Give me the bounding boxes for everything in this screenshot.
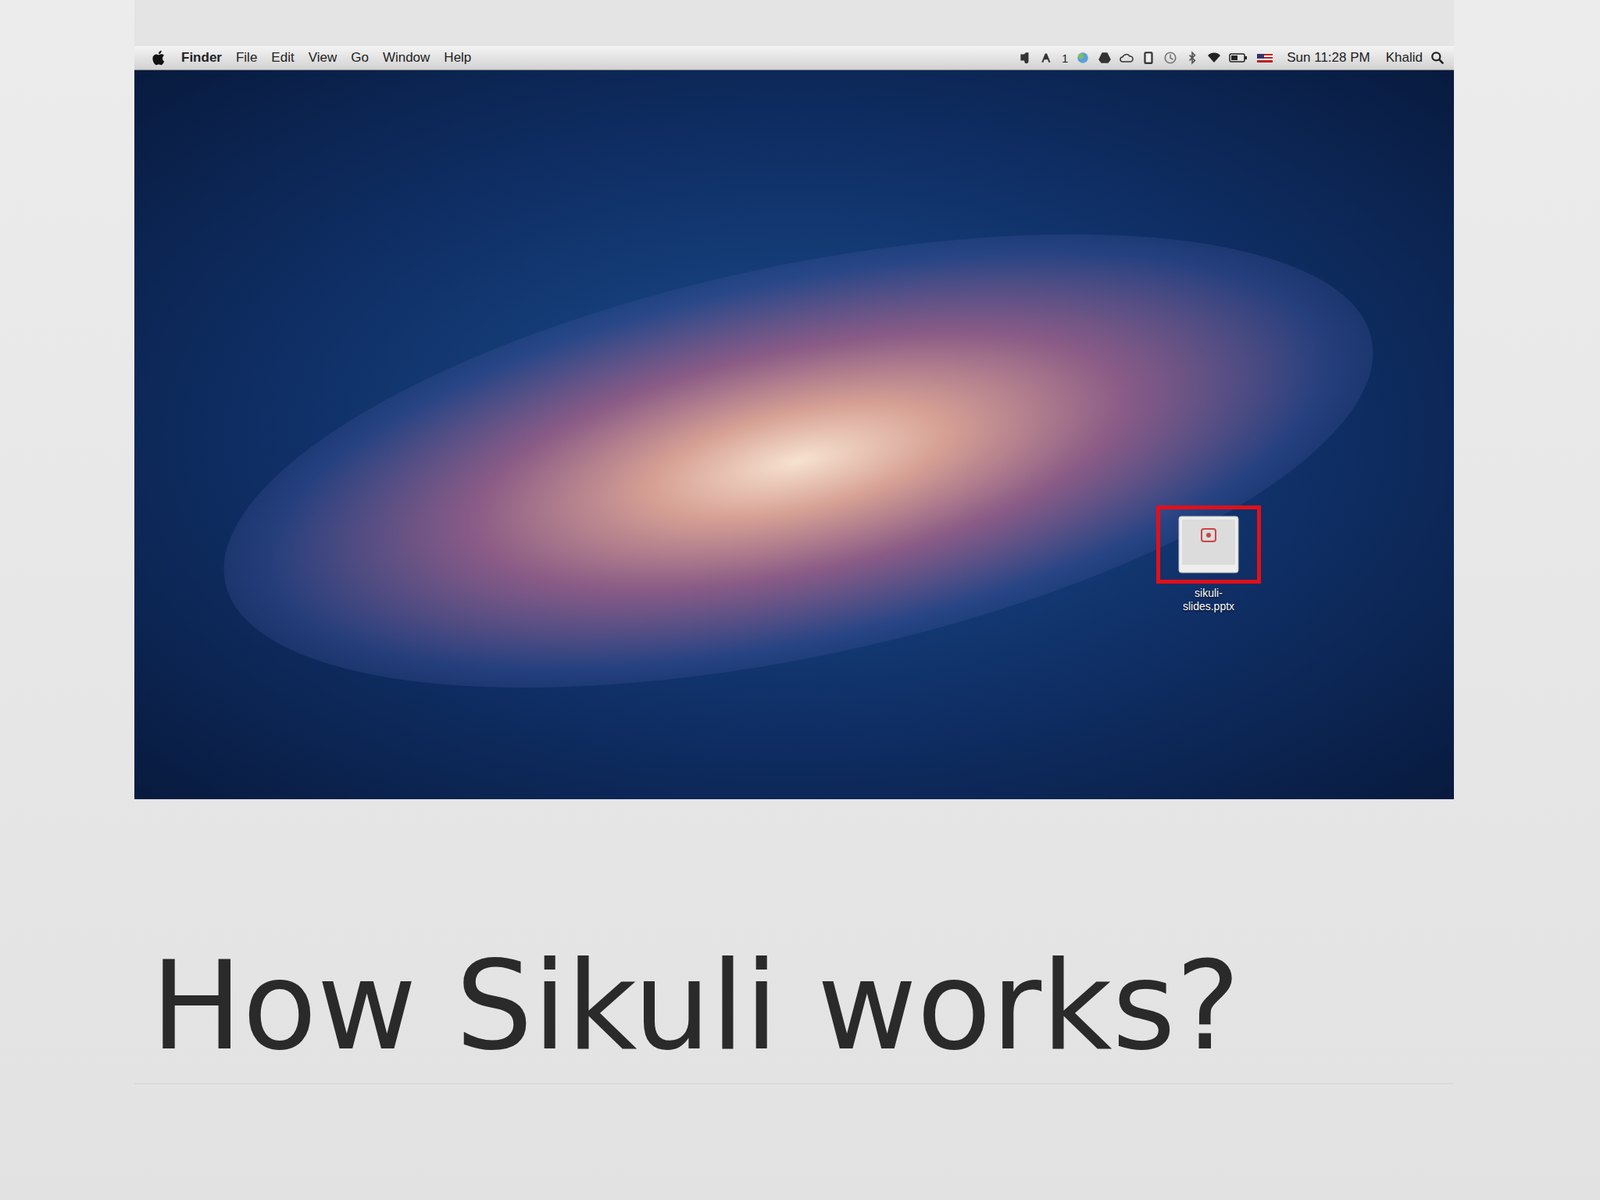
- menu-item[interactable]: File: [235, 50, 258, 66]
- search-icon[interactable]: [1430, 50, 1445, 65]
- menu-item[interactable]: Help: [443, 50, 472, 66]
- time-machine-icon[interactable]: [1163, 50, 1178, 65]
- flag-icon[interactable]: [1255, 50, 1275, 65]
- top-strip: [134, 0, 1454, 47]
- desktop-screenshot: Finder File Edit View Go Window Help 1 Sun 11…: [134, 0, 1454, 800]
- galaxy-image: [184, 148, 1412, 775]
- dropbox-icon[interactable]: [1141, 50, 1156, 65]
- menu-item[interactable]: Window: [382, 50, 430, 66]
- desktop-icon[interactable]: sikuli-slides.pptx: [1157, 505, 1260, 614]
- evernote-icon[interactable]: [1017, 50, 1033, 65]
- slide: Finder File Edit View Go Window Help 1 Sun 11…: [0, 0, 1600, 1200]
- drive-icon[interactable]: [1097, 50, 1112, 65]
- apple-icon[interactable]: [151, 49, 168, 67]
- status-badge: 1: [1061, 51, 1068, 65]
- desktop-wallpaper: sikuli-slides.pptx: [134, 70, 1454, 800]
- wifi-icon[interactable]: [1207, 50, 1222, 65]
- battery-icon[interactable]: [1228, 50, 1248, 65]
- adobe-icon[interactable]: [1039, 50, 1054, 65]
- app-menu[interactable]: Finder: [181, 50, 222, 66]
- desktop-icon-label: sikuli-slides.pptx: [1171, 586, 1247, 614]
- user-name[interactable]: Khalid: [1385, 50, 1423, 66]
- menu-item[interactable]: Go: [350, 50, 369, 66]
- slide-title-area: How Sikuli works?: [134, 933, 1454, 1085]
- pptx-file-icon: [1177, 514, 1240, 575]
- slide-title: How Sikuli works?: [150, 933, 1454, 1080]
- clock[interactable]: Sun 11:28 PM: [1286, 50, 1370, 66]
- bluetooth-icon[interactable]: [1185, 50, 1200, 65]
- menu-item[interactable]: View: [308, 50, 338, 66]
- menu-bar: Finder File Edit View Go Window Help 1 Sun 11…: [134, 46, 1454, 71]
- highlight-box: [1156, 505, 1261, 584]
- globe-icon[interactable]: [1075, 50, 1090, 65]
- cloud-icon[interactable]: [1119, 50, 1134, 65]
- status-area: 1 Sun 11:28 PM Khalid: [1017, 50, 1445, 66]
- menu-item[interactable]: Edit: [271, 50, 294, 66]
